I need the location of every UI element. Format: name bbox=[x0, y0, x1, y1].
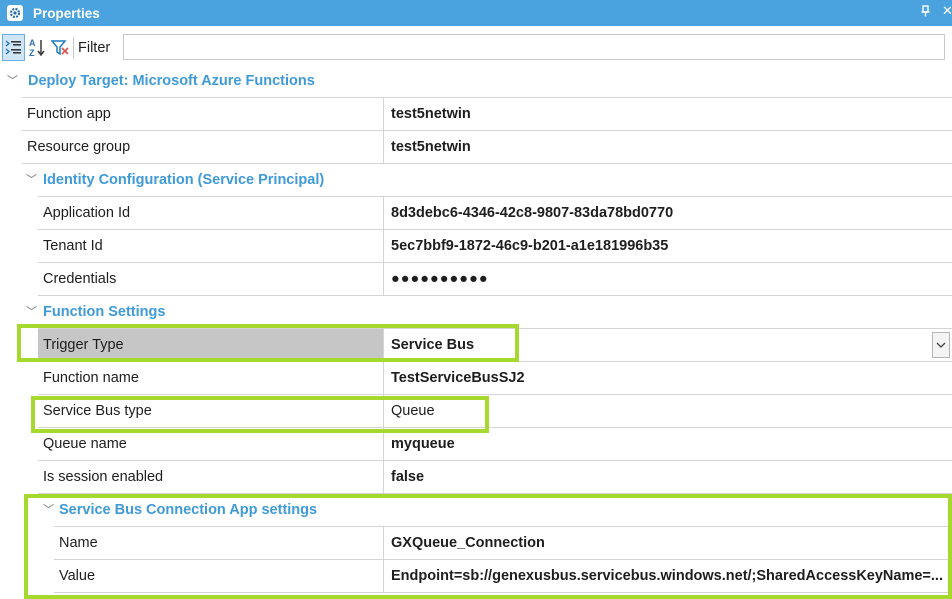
property-row-credentials[interactable]: Credentials ●●●●●●●●●● bbox=[0, 263, 952, 296]
property-label: Name bbox=[54, 527, 383, 560]
category-deploy-target[interactable]: ﹀ Deploy Target: Microsoft Azure Functio… bbox=[0, 65, 952, 98]
chevron-down-icon[interactable]: ﹀ bbox=[26, 296, 37, 329]
property-value[interactable]: TestServiceBusSJ2 bbox=[383, 362, 952, 395]
property-label: Application Id bbox=[38, 197, 383, 230]
property-row-service-bus-type[interactable]: Service Bus type Queue bbox=[0, 395, 952, 428]
chevron-down-icon bbox=[936, 342, 946, 348]
toolbar-separator bbox=[73, 36, 74, 59]
property-value[interactable]: test5netwin bbox=[383, 98, 952, 131]
property-row-session-enabled[interactable]: Is session enabled false bbox=[0, 461, 952, 494]
category-title: Identity Configuration (Service Principa… bbox=[38, 164, 952, 197]
property-value[interactable]: 5ec7bbf9-1872-46c9-b201-a1e181996b35 bbox=[383, 230, 952, 263]
property-label: Service Bus type bbox=[38, 395, 383, 428]
property-grid: ﹀ Deploy Target: Microsoft Azure Functio… bbox=[0, 65, 952, 593]
property-value[interactable]: false bbox=[383, 461, 952, 494]
trigger-type-dropdown-button[interactable] bbox=[932, 332, 950, 358]
gear-icon bbox=[7, 5, 23, 21]
property-value[interactable]: Service Bus bbox=[383, 329, 952, 362]
property-row-function-name[interactable]: Function name TestServiceBusSJ2 bbox=[0, 362, 952, 395]
property-value[interactable]: Queue bbox=[383, 395, 952, 428]
property-label: Trigger Type bbox=[38, 329, 383, 362]
chevron-down-icon[interactable]: ﹀ bbox=[43, 494, 54, 527]
category-service-bus-connection[interactable]: ﹀ Service Bus Connection App settings bbox=[0, 494, 952, 527]
property-value[interactable]: GXQueue_Connection bbox=[383, 527, 952, 560]
property-row-trigger-type[interactable]: Trigger Type Service Bus bbox=[0, 329, 952, 362]
window-title: Properties bbox=[33, 5, 100, 21]
filter-label: Filter bbox=[78, 39, 111, 56]
filter-input[interactable] bbox=[123, 34, 945, 60]
chevron-down-icon[interactable]: ﹀ bbox=[7, 65, 18, 98]
property-value[interactable]: Endpoint=sb://genexusbus.servicebus.wind… bbox=[383, 560, 952, 593]
property-row-tenant-id[interactable]: Tenant Id 5ec7bbf9-1872-46c9-b201-a1e181… bbox=[0, 230, 952, 263]
category-function-settings[interactable]: ﹀ Function Settings bbox=[0, 296, 952, 329]
property-label: Queue name bbox=[38, 428, 383, 461]
category-title: Deploy Target: Microsoft Azure Functions bbox=[22, 65, 952, 98]
property-row-queue-name[interactable]: Queue name myqueue bbox=[0, 428, 952, 461]
password-value[interactable]: ●●●●●●●●●● bbox=[383, 263, 952, 296]
property-label: Resource group bbox=[22, 131, 383, 164]
svg-text:A: A bbox=[29, 38, 36, 48]
property-label: Credentials bbox=[38, 263, 383, 296]
sort-az-icon: A Z bbox=[29, 38, 45, 57]
property-label: Function name bbox=[38, 362, 383, 395]
property-label: Function app bbox=[22, 98, 383, 131]
property-row-function-app[interactable]: Function app test5netwin bbox=[0, 98, 952, 131]
pin-icon[interactable] bbox=[921, 5, 930, 20]
property-value[interactable]: 8d3debc6-4346-42c8-9807-83da78bd0770 bbox=[383, 197, 952, 230]
categorized-view-icon bbox=[5, 40, 21, 55]
property-value[interactable]: myqueue bbox=[383, 428, 952, 461]
window-title-bar: Properties ✕ bbox=[0, 0, 952, 26]
close-icon[interactable]: ✕ bbox=[942, 3, 952, 19]
alphabetical-sort-button[interactable]: A Z bbox=[26, 35, 48, 61]
filter-button[interactable] bbox=[49, 35, 71, 61]
categorized-view-button[interactable] bbox=[2, 34, 25, 61]
chevron-down-icon[interactable]: ﹀ bbox=[26, 164, 37, 197]
category-title: Function Settings bbox=[38, 296, 952, 329]
svg-text:Z: Z bbox=[29, 48, 35, 57]
category-identity-configuration[interactable]: ﹀ Identity Configuration (Service Princi… bbox=[0, 164, 952, 197]
funnel-icon bbox=[50, 39, 69, 55]
property-row-application-id[interactable]: Application Id 8d3debc6-4346-42c8-9807-8… bbox=[0, 197, 952, 230]
property-label: Value bbox=[54, 560, 383, 593]
property-label: Is session enabled bbox=[38, 461, 383, 494]
property-row-value[interactable]: Value Endpoint=sb://genexusbus.servicebu… bbox=[0, 560, 952, 593]
property-row-resource-group[interactable]: Resource group test5netwin bbox=[0, 131, 952, 164]
category-title: Service Bus Connection App settings bbox=[54, 494, 952, 527]
properties-toolbar: A Z Filter bbox=[0, 32, 952, 63]
property-value[interactable]: test5netwin bbox=[383, 131, 952, 164]
property-row-name[interactable]: Name GXQueue_Connection bbox=[0, 527, 952, 560]
property-label: Tenant Id bbox=[38, 230, 383, 263]
